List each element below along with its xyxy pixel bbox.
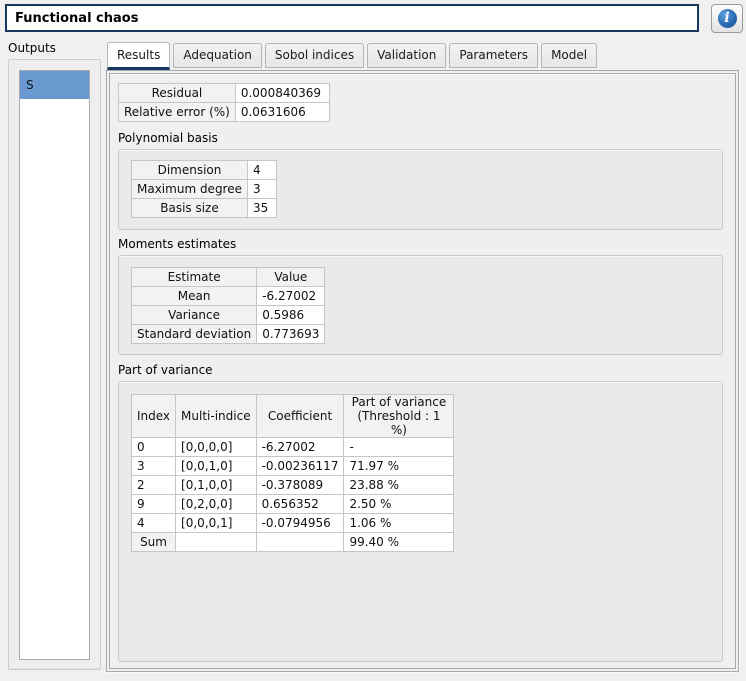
dimension-value: 4 [247, 160, 277, 180]
sum-label: Sum [130, 532, 177, 552]
variance-value: 0.5986 [256, 305, 326, 325]
table-row: Mean -6.27002 [130, 286, 326, 306]
outputs-list[interactable]: S [19, 70, 90, 660]
table-row: 4 [0,0,0,1] -0.0794956 1.06 % [130, 513, 455, 533]
multi-indice-cell: [0,1,0,0] [175, 475, 257, 495]
index-header: Index [130, 394, 177, 438]
part-cell: 71.97 % [343, 456, 455, 476]
empty-cell [175, 532, 257, 552]
table-row: 3 [0,0,1,0] -0.00236117 71.97 % [130, 456, 455, 476]
table-row: Standard deviation 0.773693 [130, 324, 326, 344]
table-header-row: Estimate Value [130, 267, 326, 287]
index-cell: 3 [130, 456, 177, 476]
sum-part-cell: 99.40 % [343, 532, 455, 552]
part-of-variance-header: Part of variance (Threshold : 1 %) [343, 394, 455, 438]
table-row: 9 [0,2,0,0] 0.656352 2.50 % [130, 494, 455, 514]
part-of-variance-table: Index Multi-indice Coefficient Part of v… [130, 394, 455, 552]
table-row: 2 [0,1,0,0] -0.378089 23.88 % [130, 475, 455, 495]
outputs-label: Outputs [8, 41, 56, 55]
results-tab-pane: Residual 0.000840369 Relative error (%) … [106, 70, 739, 672]
coefficient-header: Coefficient [255, 394, 345, 438]
moments-estimates-groupbox: Estimate Value Mean -6.27002 Variance 0.… [118, 255, 723, 355]
table-row: Residual 0.000840369 [118, 83, 330, 103]
residual-value: 0.000840369 [234, 83, 330, 103]
index-cell: 0 [130, 437, 177, 457]
tab-validation[interactable]: Validation [367, 43, 447, 68]
mean-value: -6.27002 [256, 286, 326, 306]
standard-deviation-value: 0.773693 [256, 324, 326, 344]
moments-estimates-label: Moments estimates [118, 237, 237, 251]
relative-error-label: Relative error (%) [118, 102, 236, 122]
multi-indice-cell: [0,0,1,0] [175, 456, 257, 476]
part-cell: 1.06 % [343, 513, 455, 533]
polynomial-basis-groupbox: Dimension 4 Maximum degree 3 Basis size … [118, 149, 723, 230]
coefficient-cell: -0.378089 [255, 475, 345, 495]
variance-label: Variance [130, 305, 258, 325]
tab-model[interactable]: Model [541, 43, 598, 68]
value-header: Value [256, 267, 326, 287]
part-of-variance-groupbox: Index Multi-indice Coefficient Part of v… [118, 381, 723, 662]
coefficient-cell: 0.656352 [255, 494, 345, 514]
table-row: Variance 0.5986 [130, 305, 326, 325]
table-header-row: Index Multi-indice Coefficient Part of v… [130, 394, 455, 438]
index-cell: 4 [130, 513, 177, 533]
moments-estimates-table: Estimate Value Mean -6.27002 Variance 0.… [130, 267, 326, 344]
table-row: Dimension 4 [131, 160, 277, 180]
maximum-degree-value: 3 [247, 179, 277, 199]
multi-indice-cell: [0,2,0,0] [175, 494, 257, 514]
part-cell: - [343, 437, 455, 457]
part-cell: 23.88 % [343, 475, 455, 495]
coefficient-cell: -0.00236117 [255, 456, 345, 476]
output-item-s[interactable]: S [20, 71, 89, 99]
multi-indice-cell: [0,0,0,1] [175, 513, 257, 533]
coefficient-cell: -6.27002 [255, 437, 345, 457]
results-scroll-area: Residual 0.000840369 Relative error (%) … [109, 73, 736, 669]
dimension-label: Dimension [131, 160, 248, 180]
multi-indice-header: Multi-indice [175, 394, 257, 438]
index-cell: 2 [130, 475, 177, 495]
tab-adequation[interactable]: Adequation [173, 43, 262, 68]
mean-label: Mean [130, 286, 258, 306]
basis-size-label: Basis size [131, 198, 248, 218]
multi-indice-cell: [0,0,0,0] [175, 437, 257, 457]
table-sum-row: Sum 99.40 % [130, 532, 455, 552]
index-cell: 9 [130, 494, 177, 514]
analysis-name-field[interactable] [5, 4, 699, 32]
table-row: Relative error (%) 0.0631606 [118, 102, 330, 122]
relative-error-value: 0.0631606 [234, 102, 330, 122]
residual-label: Residual [118, 83, 236, 103]
standard-deviation-label: Standard deviation [130, 324, 258, 344]
polynomial-basis-table: Dimension 4 Maximum degree 3 Basis size … [131, 160, 277, 218]
empty-cell [255, 532, 345, 552]
table-row: Maximum degree 3 [131, 179, 277, 199]
table-row: 0 [0,0,0,0] -6.27002 - [130, 437, 455, 457]
part-of-variance-label: Part of variance [118, 363, 213, 377]
part-cell: 2.50 % [343, 494, 455, 514]
tab-parameters[interactable]: Parameters [449, 43, 539, 68]
estimate-header: Estimate [130, 267, 258, 287]
basis-size-value: 35 [247, 198, 277, 218]
error-summary-table: Residual 0.000840369 Relative error (%) … [118, 83, 330, 122]
coefficient-cell: -0.0794956 [255, 513, 345, 533]
outputs-panel: S [8, 59, 101, 670]
polynomial-basis-label: Polynomial basis [118, 131, 218, 145]
maximum-degree-label: Maximum degree [131, 179, 248, 199]
tab-sobol-indices[interactable]: Sobol indices [264, 43, 365, 68]
info-icon: i [717, 9, 737, 28]
info-button[interactable]: i [711, 4, 743, 33]
tab-results[interactable]: Results [107, 42, 171, 70]
table-row: Basis size 35 [131, 198, 277, 218]
tab-bar: Results Adequation Sobol indices Validat… [107, 42, 600, 70]
